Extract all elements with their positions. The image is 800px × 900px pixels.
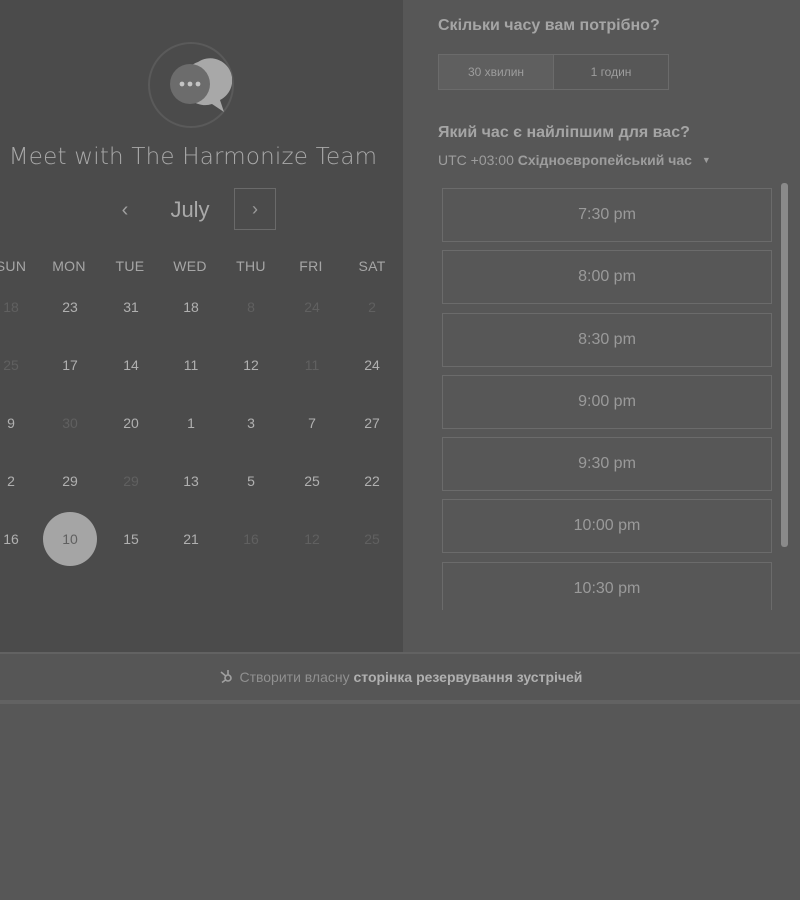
weekday-header: SUN MON TUE WED THU FRI SAT — [0, 258, 403, 278]
calendar-day: 8 — [247, 299, 255, 315]
calendar-day[interactable]: 20 — [106, 411, 156, 435]
calendar-day[interactable]: 31 — [106, 295, 156, 319]
calendar-day[interactable]: 14 — [106, 353, 156, 377]
calendar-day[interactable]: 1 — [166, 411, 216, 435]
calendar-day[interactable]: 17 — [45, 353, 95, 377]
chevron-right-icon: › — [252, 199, 258, 219]
timezone-selector[interactable]: UTC +03:00 Східноєвропейський час ▼ — [438, 152, 711, 168]
prev-month-button[interactable]: ‹ — [110, 196, 140, 226]
calendar-day[interactable]: 18 — [166, 295, 216, 319]
meeting-title: Meet with The Harmonize Team — [8, 144, 378, 170]
footer-bar: Створити власну сторінка резервування зу… — [0, 652, 800, 704]
calendar-day[interactable]: 16 — [0, 527, 36, 551]
calendar-day[interactable]: 9 — [0, 411, 36, 435]
weekday-label: TUE — [115, 258, 145, 274]
calendar-day: 29 — [123, 473, 139, 489]
calendar-day[interactable]: 3 — [226, 411, 276, 435]
weekday-label: FRI — [299, 258, 323, 274]
time-slot[interactable]: 10:00 pm — [442, 499, 772, 553]
timezone-offset: UTC +03:00 — [438, 152, 514, 168]
duration-option-30[interactable]: 30 хвилин — [439, 55, 554, 89]
weekday-label: THU — [236, 258, 266, 274]
calendar-day[interactable]: 27 — [347, 411, 397, 435]
calendar-day[interactable]: 13 — [166, 469, 216, 493]
calendar-day[interactable]: 23 — [45, 295, 95, 319]
weekday-label: WED — [173, 258, 207, 274]
booking-panel: Скільки часу вам потрібно? 30 хвилин 1 г… — [403, 0, 800, 652]
time-slot[interactable]: 9:30 pm — [442, 437, 772, 491]
calendar-day: 2 — [368, 299, 376, 315]
calendar-day[interactable]: 15 — [106, 527, 156, 551]
time-slot-scrollbar[interactable] — [781, 183, 788, 547]
calendar-day: 30 — [62, 415, 78, 431]
calendar-day: 18 — [3, 299, 19, 315]
chat-bubble-icon — [170, 58, 232, 112]
calendar-day[interactable]: 5 — [226, 469, 276, 493]
caret-down-icon: ▼ — [701, 155, 711, 165]
duration-selector: 30 хвилин 1 годин — [438, 54, 669, 90]
calendar-day[interactable]: 29 — [45, 469, 95, 493]
calendar-day[interactable]: 11 — [166, 353, 216, 377]
month-label: July — [170, 197, 210, 222]
create-booking-page-link[interactable]: сторінка резервування зустрічей — [353, 669, 582, 685]
hubspot-sprocket-icon — [220, 670, 232, 684]
time-slot[interactable]: 7:30 pm — [442, 188, 772, 242]
calendar-day[interactable]: 12 — [226, 353, 276, 377]
calendar-day: 16 — [243, 531, 259, 547]
weekday-label: SAT — [358, 258, 386, 274]
time-slot[interactable]: 8:30 pm — [442, 313, 772, 367]
weekday-label: SUN — [0, 258, 27, 274]
calendar-day: 24 — [304, 299, 320, 315]
calendar-day[interactable]: 2 — [0, 469, 36, 493]
calendar-day: 12 — [304, 531, 320, 547]
calendar-day[interactable]: 21 — [166, 527, 216, 551]
chevron-left-icon: ‹ — [121, 199, 129, 221]
calendar-panel: Meet with The Harmonize Team ‹ July › SU… — [0, 0, 403, 652]
footer-prefix: Створити власну — [239, 669, 350, 685]
weekday-label: MON — [52, 258, 86, 274]
calendar-day[interactable]: 22 — [347, 469, 397, 493]
calendar-day[interactable]: 7 — [287, 411, 337, 435]
calendar-day: 25 — [3, 357, 19, 373]
time-slot-list: 7:30 pm 8:00 pm 8:30 pm 9:00 pm 9:30 pm … — [441, 186, 773, 610]
calendar-day[interactable]: 24 — [347, 353, 397, 377]
calendar-day: 25 — [364, 531, 380, 547]
calendar-day[interactable]: 25 — [287, 469, 337, 493]
time-slot[interactable]: 10:30 pm — [442, 562, 772, 610]
next-month-button[interactable]: › — [234, 188, 276, 230]
timezone-name: Східноєвропейський час — [517, 152, 692, 168]
time-slot[interactable]: 8:00 pm — [442, 250, 772, 304]
time-slot[interactable]: 9:00 pm — [442, 375, 772, 429]
calendar-day-selected[interactable]: 10 — [43, 512, 97, 566]
time-question: Який час є найліпшим для вас? — [438, 124, 690, 141]
month-navigation: ‹ July › — [0, 188, 403, 232]
duration-question: Скільки часу вам потрібно? — [438, 17, 660, 34]
duration-option-60[interactable]: 1 годин — [554, 55, 668, 89]
calendar-day: 11 — [304, 357, 320, 373]
